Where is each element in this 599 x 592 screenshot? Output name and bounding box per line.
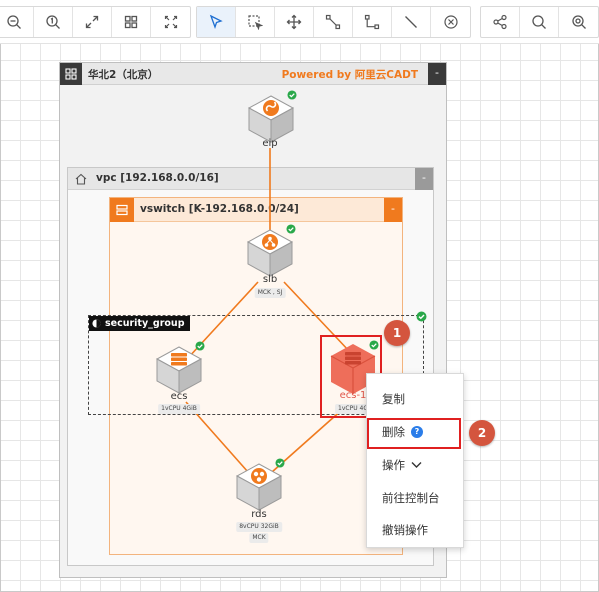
eip-status-check-icon [287,90,297,100]
connection-lines [185,148,351,473]
delete-item-highlight [367,418,461,449]
step-2-badge: 2 [469,420,495,446]
context-menu: 复制 删除 ? 操作 前往控制台 撤销操作 [366,373,464,548]
menu-item-console-label: 前往控制台 [382,491,440,505]
ecs-status-check-icon [195,341,205,351]
menu-item-undo[interactable]: 撤销操作 [367,515,465,545]
node-ecs-spec: 1vCPU 4GiB [158,404,200,414]
node-slb-spec: MCK , SJ [254,288,286,298]
node-rds-spec: 8vCPU 32GiB [236,522,282,532]
menu-item-actions-label: 操作 [382,458,405,472]
node-slb-label: slb [262,274,278,285]
node-rds-spec-extra: MCK [249,533,269,543]
menu-item-copy-label: 复制 [382,392,405,406]
node-rds-label: rds [251,509,267,520]
chevron-down-icon [411,462,422,468]
step-1-badge: 1 [384,320,410,346]
menu-item-copy[interactable]: 复制 [367,384,465,414]
menu-item-undo-label: 撤销操作 [382,523,428,537]
node-eip-label: eip [262,138,278,149]
menu-item-actions[interactable]: 操作 [367,450,465,480]
menu-item-console[interactable]: 前往控制台 [367,483,465,513]
node-ecs-label: ecs [170,391,188,402]
rds-status-check-icon [275,458,285,468]
slb-status-check-icon [286,224,296,234]
